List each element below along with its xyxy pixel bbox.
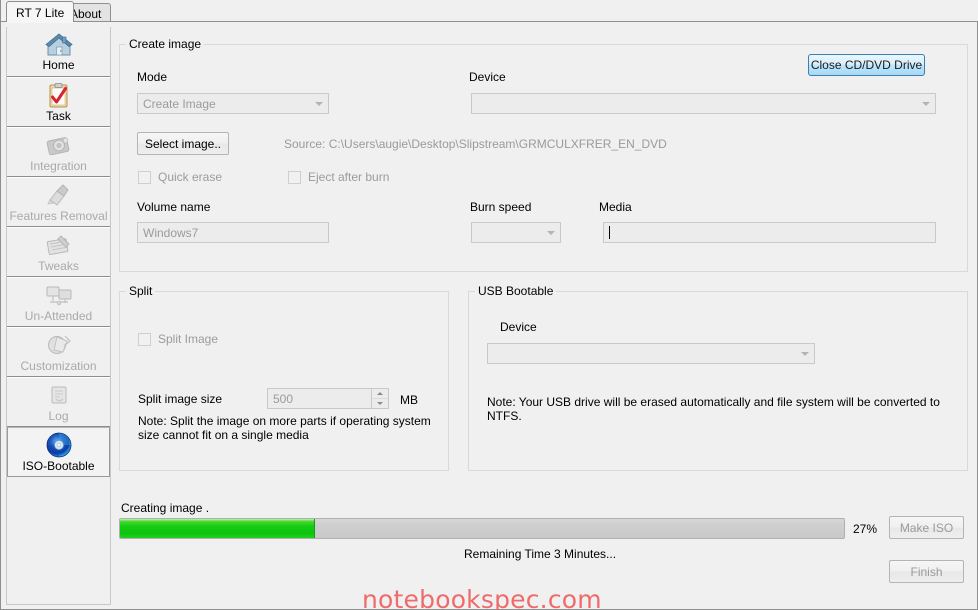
- stepper-buttons[interactable]: [371, 389, 388, 408]
- split-legend: Split: [126, 284, 156, 298]
- watermark-text: notebookspec.com: [362, 585, 602, 610]
- sidebar-item-home[interactable]: Home: [7, 27, 110, 77]
- quick-erase-checkbox[interactable]: Quick erase: [138, 170, 222, 184]
- mode-combobox[interactable]: Create Image: [137, 93, 329, 114]
- home-icon: [44, 30, 74, 58]
- progress-bar-fill: [120, 519, 316, 538]
- sidebar-item-label: Features Removal: [9, 209, 108, 223]
- operation-status-text: Creating image .: [121, 501, 210, 515]
- progress-bar: [119, 518, 845, 539]
- volume-name-input[interactable]: Windows7: [137, 222, 329, 243]
- quick-erase-label: Quick erase: [158, 170, 223, 184]
- content-area: Create image Mode Create Image Device Cl…: [114, 27, 974, 610]
- usb-bootable-note: Note: Your USB drive will be erased auto…: [487, 395, 940, 423]
- tab-strip: RT 7 Lite About: [1, 0, 978, 23]
- split-note: Note: Split the image on more parts if o…: [138, 414, 431, 442]
- chevron-down-icon: [922, 101, 930, 106]
- stepper-down-icon[interactable]: [372, 399, 388, 408]
- volume-name-label: Volume name: [137, 200, 211, 214]
- sidebar-item-label: Home: [42, 58, 75, 72]
- sidebar-item-label: Un-Attended: [24, 309, 93, 323]
- usb-device-label: Device: [500, 320, 537, 334]
- sidebar-item-label: Integration: [30, 159, 87, 173]
- sidebar-item-un-attended[interactable]: Un-Attended: [7, 277, 110, 327]
- volume-name-value: Windows7: [143, 225, 199, 240]
- chevron-down-icon: [315, 101, 323, 106]
- split-image-size-label: Split image size: [138, 392, 223, 406]
- split-group: Split Split Image Split image size 500 M…: [119, 284, 449, 471]
- burn-speed-combobox[interactable]: [471, 222, 561, 243]
- device-combobox[interactable]: [471, 93, 936, 114]
- chevron-down-icon: [801, 351, 809, 356]
- device-label: Device: [469, 70, 506, 84]
- close-cd-dvd-drive-button[interactable]: Close CD/DVD Drive: [808, 54, 925, 76]
- create-image-group: Create image Mode Create Image Device Cl…: [119, 37, 968, 272]
- sidebar-item-task[interactable]: Task: [7, 77, 110, 127]
- sidebar-item-features-removal[interactable]: Features Removal: [7, 177, 110, 227]
- sidebar-item-label: Task: [46, 109, 71, 123]
- split-image-size-units: MB: [400, 393, 418, 407]
- sidebar-item-tweaks[interactable]: Tweaks: [7, 227, 110, 277]
- sidebar-item-label: Tweaks: [38, 259, 79, 273]
- select-image-button[interactable]: Select image..: [137, 132, 229, 155]
- clipboard-check-icon: [44, 81, 74, 109]
- eject-after-burn-checkbox[interactable]: Eject after burn: [288, 170, 389, 184]
- sidebar-item-iso-bootable[interactable]: ISO-Bootable: [7, 427, 110, 477]
- usb-bootable-group: USB Bootable Device Note: Your USB drive…: [468, 284, 968, 471]
- mode-label: Mode: [137, 70, 168, 84]
- sidebar-item-label: Customization: [20, 359, 97, 373]
- sidebar-item-integration[interactable]: Integration: [7, 127, 110, 177]
- sidebar-item-label: ISO-Bootable: [22, 459, 95, 473]
- split-image-checkbox[interactable]: Split Image: [138, 332, 218, 346]
- progress-percent-label: 27%: [853, 522, 878, 536]
- make-iso-button[interactable]: Make ISO: [889, 516, 964, 539]
- sidebar: Home Task Integration Features Removal T…: [6, 27, 111, 605]
- media-input[interactable]: [603, 222, 936, 243]
- text-caret: [609, 226, 610, 239]
- tab-rt7lite[interactable]: RT 7 Lite: [6, 1, 75, 23]
- palette-icon: [44, 331, 74, 359]
- stepper-up-icon[interactable]: [372, 389, 388, 399]
- checkbox-box: [288, 170, 301, 184]
- camera-icon: [44, 131, 74, 159]
- log-icon: [44, 381, 74, 409]
- finish-button[interactable]: Finish: [889, 560, 964, 583]
- split-image-label: Split Image: [158, 332, 219, 346]
- chevron-down-icon: [547, 230, 555, 235]
- remaining-time-text: Remaining Time 3 Minutes...: [464, 547, 617, 561]
- sidebar-item-customization[interactable]: Customization: [7, 327, 110, 377]
- split-image-size-stepper[interactable]: 500: [267, 388, 389, 409]
- split-image-size-value: 500: [273, 391, 294, 406]
- application-window: RT 7 Lite About Home Task Integration Fe…: [0, 0, 978, 610]
- usb-device-combobox[interactable]: [487, 343, 815, 364]
- create-image-legend: Create image: [126, 37, 205, 51]
- mode-combobox-value: Create Image: [143, 96, 216, 111]
- broom-icon: [44, 181, 74, 209]
- source-path-text: Source: C:\Users\augie\Desktop\Slipstrea…: [284, 137, 667, 151]
- burn-speed-label: Burn speed: [470, 200, 532, 214]
- usb-bootable-legend: USB Bootable: [475, 284, 557, 298]
- sidebar-item-label: Log: [48, 409, 69, 423]
- sidebar-item-log[interactable]: Log: [7, 377, 110, 427]
- checkbox-box: [138, 332, 151, 346]
- disc-icon: [44, 431, 74, 459]
- eject-after-burn-label: Eject after burn: [308, 170, 390, 184]
- media-label: Media: [599, 200, 632, 214]
- tools-icon: [44, 231, 74, 259]
- monitors-icon: [44, 281, 74, 309]
- checkbox-box: [138, 170, 151, 184]
